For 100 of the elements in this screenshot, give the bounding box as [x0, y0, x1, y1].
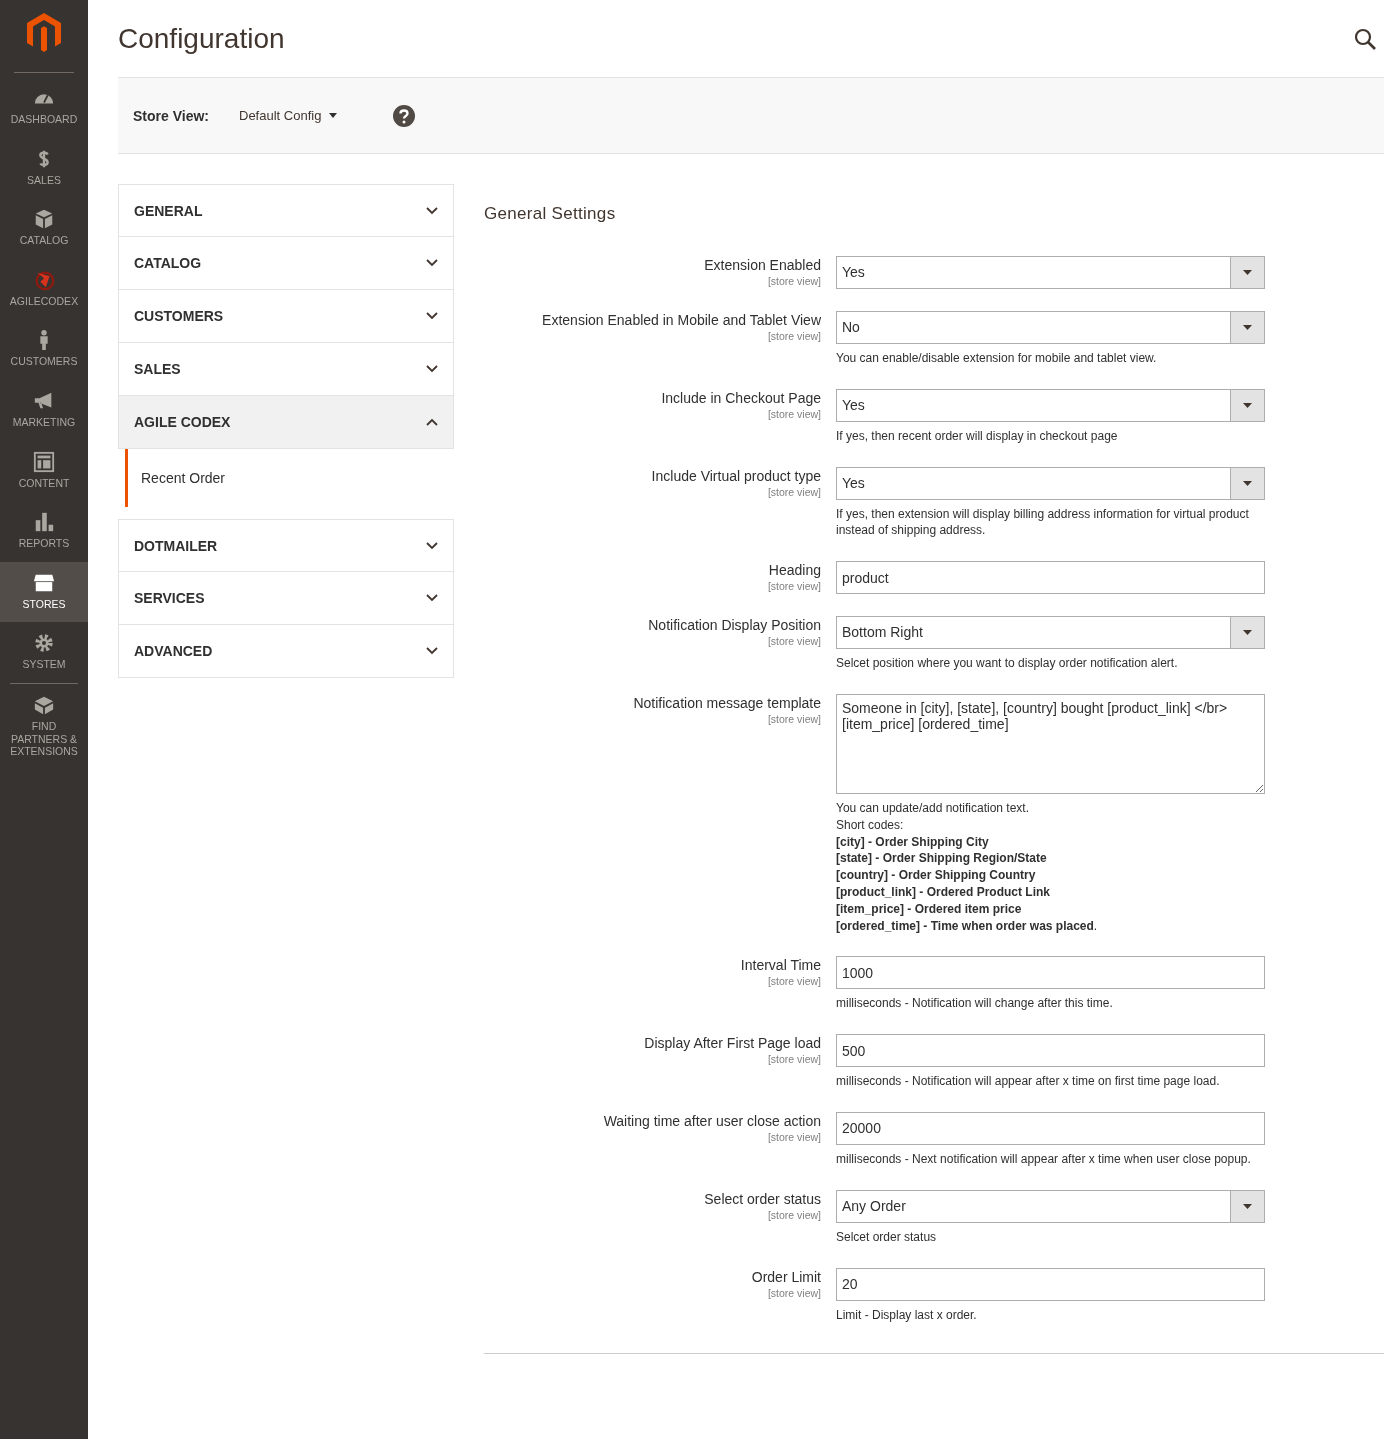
scope-label: [store view]	[767, 1130, 821, 1143]
config-tab[interactable]: DOTMAILER	[118, 519, 454, 572]
field-note: If yes, then recent order will display in checkout page	[836, 427, 1119, 445]
chevron-down-icon	[426, 647, 438, 655]
caret-icon	[1243, 1203, 1252, 1209]
layout-icon	[33, 450, 55, 473]
chevron-down-icon	[426, 312, 438, 320]
nav-label: CATALOG	[19, 234, 69, 247]
field-note: Selcet position where you want to display order notification alert.	[836, 655, 1179, 672]
box-icon	[33, 208, 55, 231]
nav-item[interactable]: STORES	[0, 561, 88, 623]
field-note: If yes, then extension will display billing address information for virtual product instead of shipping address.	[836, 505, 1250, 540]
select-field[interactable]: No	[836, 311, 1265, 344]
field-label: Extension Enabled in Mobile and Tablet View	[542, 312, 821, 328]
scope-label: [store view]	[767, 1208, 821, 1221]
field-label: Heading	[768, 562, 821, 579]
field-note: You can update/add notification text. Short codes: [city] - Order Shipping City [state] - Order Shipping Region/State [country] - Order Shipping Country [product_link] - Ordered Product Link [item_price] - Ordered item price [ordered_time] - Time when order was placed.	[836, 800, 1099, 935]
caret-icon	[329, 113, 338, 118]
nav-item[interactable]: DASHBOARD	[0, 77, 88, 138]
field-label: Select order status	[704, 1190, 821, 1207]
nav-item[interactable]: AGILECODEX	[0, 258, 88, 320]
nav-label: CONTENT	[18, 476, 70, 490]
field-label: Notification message template	[633, 695, 821, 711]
config-tab[interactable]: CATALOG	[118, 237, 454, 290]
input-field[interactable]: product	[836, 561, 1265, 595]
nav-label: MARKETING	[12, 415, 76, 429]
scope-label: [store view]	[767, 275, 821, 287]
store-view-dropdown[interactable]: Default Config	[233, 107, 344, 124]
field-note: milliseconds - Notification will appear after x time on first time page load.	[836, 1073, 1221, 1090]
nav-label: STORES	[22, 597, 66, 611]
nav-item[interactable]: CONTENT	[0, 440, 88, 502]
field-label: Extension Enabled	[704, 257, 821, 273]
chevron-down-icon	[426, 365, 438, 373]
nav-label: SYSTEM	[22, 658, 66, 671]
field-label: Notification Display Position	[648, 617, 821, 634]
scope-label: [store view]	[767, 713, 821, 725]
input-field[interactable]: 1000	[836, 956, 1265, 990]
nav-label: FIND PARTNERS & EXTENSIONS	[10, 719, 78, 758]
select-field[interactable]: Yes	[836, 256, 1265, 289]
search-icon[interactable]	[1354, 27, 1376, 50]
chevron-up-icon	[426, 418, 438, 426]
scope-label: [store view]	[767, 1286, 821, 1299]
help-icon[interactable]	[393, 104, 416, 127]
nav-item[interactable]: CUSTOMERS	[0, 319, 88, 380]
field-label: Waiting time after user close action	[603, 1112, 821, 1129]
logo-icon	[26, 12, 62, 54]
field-label: Display After First Page load	[644, 1035, 821, 1052]
field-label: Interval Time	[740, 957, 821, 974]
page-title: Configuration	[118, 22, 285, 55]
field-label: Order Limit	[751, 1268, 821, 1285]
nav-label: SALES	[27, 173, 61, 187]
bar-chart-icon	[33, 511, 55, 534]
config-tab[interactable]: ADVANCED	[118, 625, 454, 678]
field-note: Limit - Display last x order.	[836, 1306, 978, 1324]
config-tab[interactable]: AGILE CODEX	[118, 396, 454, 449]
section-title: General Settings	[484, 204, 617, 224]
scope-label: [store view]	[767, 485, 821, 498]
caret-icon	[1243, 630, 1252, 636]
nav-label: DASHBOARD	[10, 113, 78, 126]
caret-icon	[1243, 402, 1252, 408]
select-field[interactable]: Any Order	[836, 1189, 1265, 1223]
nav-label: CUSTOMERS	[10, 355, 78, 368]
nav-item[interactable]: FIND PARTNERS & EXTENSIONS	[10, 682, 78, 770]
nav-item[interactable]: CATALOG	[0, 198, 88, 259]
chevron-down-icon	[426, 259, 438, 267]
chevron-down-icon	[426, 594, 438, 602]
field-note: Selcet order status	[836, 1228, 938, 1246]
chevron-down-icon	[426, 206, 438, 215]
config-tab[interactable]: CUSTOMERS	[118, 290, 454, 343]
caret-icon	[1243, 325, 1252, 330]
input-field[interactable]: 20000	[836, 1111, 1265, 1145]
nav-item[interactable]: SALES	[0, 137, 88, 199]
input-field[interactable]: 20	[836, 1267, 1265, 1301]
nav-label: REPORTS	[18, 537, 70, 550]
field-note: You can enable/disable extension for mobile and tablet view.	[836, 350, 1158, 367]
select-field[interactable]: Bottom Right	[836, 616, 1265, 650]
config-tab[interactable]: SERVICES	[118, 572, 454, 625]
scope-label: [store view]	[767, 407, 821, 420]
store-view-label: Store View:	[133, 107, 209, 124]
nav-item[interactable]: REPORTS	[0, 501, 88, 562]
scope-label: [store view]	[767, 635, 821, 648]
scope-label: [store view]	[767, 975, 821, 988]
scope-label: [store view]	[767, 1053, 821, 1066]
config-tab[interactable]: SALES	[118, 343, 454, 396]
nav-item[interactable]: MARKETING	[0, 379, 88, 441]
nav-label: AGILECODEX	[9, 294, 79, 308]
chevron-down-icon	[426, 541, 438, 550]
input-field[interactable]: 500	[836, 1034, 1265, 1068]
caret-icon	[1243, 270, 1252, 275]
scope-label: [store view]	[767, 330, 821, 342]
caret-icon	[1243, 480, 1252, 486]
nav-item[interactable]: SYSTEM	[0, 622, 88, 683]
field-note: milliseconds - Next notification will appear after x time when user close popup.	[836, 1150, 1252, 1168]
config-tab[interactable]: GENERAL	[118, 184, 454, 237]
field-note: milliseconds - Notification will change after this time.	[836, 995, 1114, 1013]
select-field[interactable]: Yes	[836, 466, 1265, 500]
textarea-field[interactable]: Someone in [city], [state], [country] bought [product_link] </br> [item_price] [ordered_time]	[836, 694, 1265, 794]
select-field[interactable]: Yes	[836, 388, 1265, 422]
gear-icon	[33, 632, 55, 655]
field-label: Include Virtual product type	[651, 467, 821, 484]
